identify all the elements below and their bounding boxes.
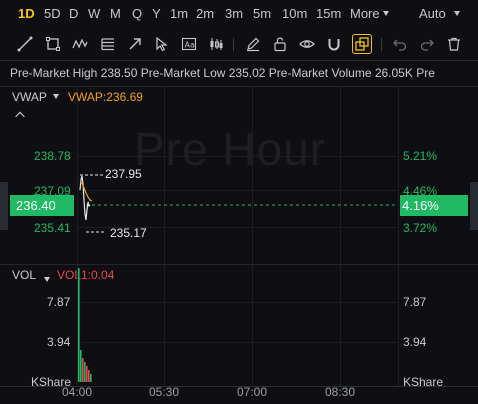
- time-tick: 05:30: [149, 385, 180, 399]
- volume-bar: [88, 370, 90, 382]
- volume-bar: [84, 362, 86, 382]
- time-tick: 04:00: [62, 385, 93, 399]
- time-tick: 08:30: [325, 385, 356, 399]
- time-tick: 07:00: [237, 385, 268, 399]
- volume-bar: [80, 350, 82, 382]
- volume-bar: [90, 374, 92, 382]
- volume-bar: [78, 268, 80, 382]
- volume-chart: [78, 268, 92, 382]
- volume-bar: [86, 366, 88, 382]
- volume-bar: [82, 358, 84, 382]
